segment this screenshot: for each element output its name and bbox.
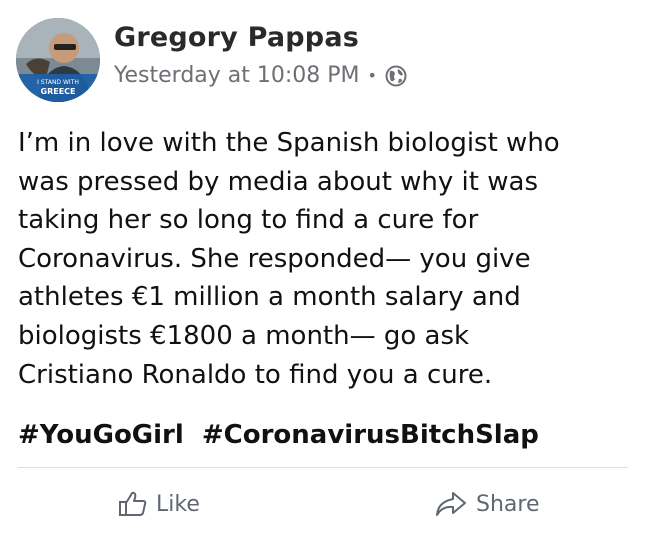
avatar-image: I STAND WITH GREECE	[16, 18, 100, 102]
avatar-badge-line2: GREECE	[41, 87, 76, 96]
share-label: Share	[476, 491, 540, 517]
post-timestamp[interactable]: Yesterday at 10:08 PM	[114, 63, 360, 88]
like-label: Like	[156, 491, 200, 517]
divider	[18, 467, 628, 468]
hashtags: #YouGoGirl #CoronavirusBitchSlap	[18, 420, 548, 450]
avatar[interactable]: I STAND WITH GREECE	[16, 18, 100, 102]
avatar-badge-line1: I STAND WITH	[37, 79, 79, 86]
facebook-post: I STAND WITH GREECE Gregory Pappas Yeste…	[0, 0, 648, 544]
post-meta: Yesterday at 10:08 PM •	[114, 63, 407, 88]
share-button[interactable]: Share	[434, 486, 540, 522]
like-button[interactable]: Like	[118, 486, 200, 522]
globe-icon[interactable]	[385, 65, 407, 87]
hashtag-coronavirusbitchslap[interactable]: #CoronavirusBitchSlap	[202, 420, 539, 450]
author-name[interactable]: Gregory Pappas	[114, 22, 359, 53]
meta-separator: •	[367, 66, 377, 85]
share-arrow-icon	[436, 492, 466, 516]
post-body: I’m in love with the Spanish biologist w…	[18, 128, 560, 390]
hashtag-yougogirl[interactable]: #YouGoGirl	[18, 420, 184, 450]
thumbs-up-icon	[119, 491, 147, 516]
